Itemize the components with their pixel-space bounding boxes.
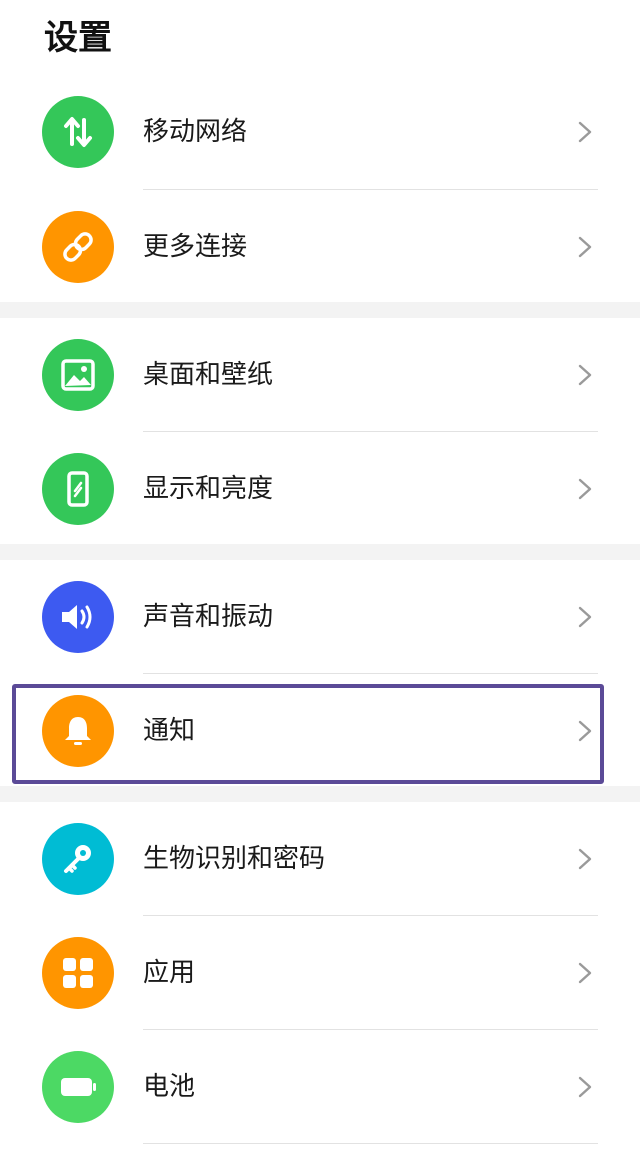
group-separator (0, 302, 640, 318)
settings-item-sound-vibration[interactable]: 声音和振动 (0, 560, 640, 674)
settings-item-label: 电池 (143, 1072, 196, 1102)
settings-item-battery[interactable]: 电池 (0, 1030, 640, 1144)
settings-item-label: 移动网络 (143, 117, 248, 147)
chevron-right-icon (578, 962, 592, 984)
settings-item-label: 桌面和壁纸 (143, 360, 274, 390)
settings-item-label: 显示和亮度 (143, 474, 274, 504)
group-separator (0, 544, 640, 560)
settings-item-label: 声音和振动 (143, 602, 274, 632)
speaker-icon (42, 581, 114, 653)
key-icon (42, 823, 114, 895)
settings-item-display-brightness[interactable]: 显示和亮度 (0, 432, 640, 546)
page-title: 设置 (44, 18, 112, 58)
chevron-right-icon (578, 720, 592, 742)
chevron-right-icon (578, 478, 592, 500)
chevron-right-icon (578, 606, 592, 628)
apps-grid-icon (42, 937, 114, 1009)
settings-item-label: 应用 (143, 958, 196, 988)
link-icon (42, 211, 114, 283)
settings-item-notifications[interactable]: 通知 (0, 674, 640, 788)
settings-item-home-wallpaper[interactable]: 桌面和壁纸 (0, 318, 640, 432)
settings-item-more-connections[interactable]: 更多连接 (0, 190, 640, 304)
mobile-data-icon (42, 96, 114, 168)
settings-item-label: 通知 (143, 716, 196, 746)
chevron-right-icon (578, 1076, 592, 1098)
bell-icon (42, 695, 114, 767)
settings-item-label: 生物识别和密码 (143, 844, 326, 874)
divider (143, 1143, 598, 1144)
settings-item-label: 更多连接 (143, 232, 248, 262)
settings-item-biometrics-password[interactable]: 生物识别和密码 (0, 802, 640, 916)
phone-brightness-icon (42, 453, 114, 525)
settings-item-mobile-network[interactable]: 移动网络 (0, 75, 640, 189)
group-separator (0, 786, 640, 802)
chevron-right-icon (578, 121, 592, 143)
settings-item-apps[interactable]: 应用 (0, 916, 640, 1030)
chevron-right-icon (578, 848, 592, 870)
battery-icon (42, 1051, 114, 1123)
chevron-right-icon (578, 236, 592, 258)
chevron-right-icon (578, 364, 592, 386)
image-icon (42, 339, 114, 411)
